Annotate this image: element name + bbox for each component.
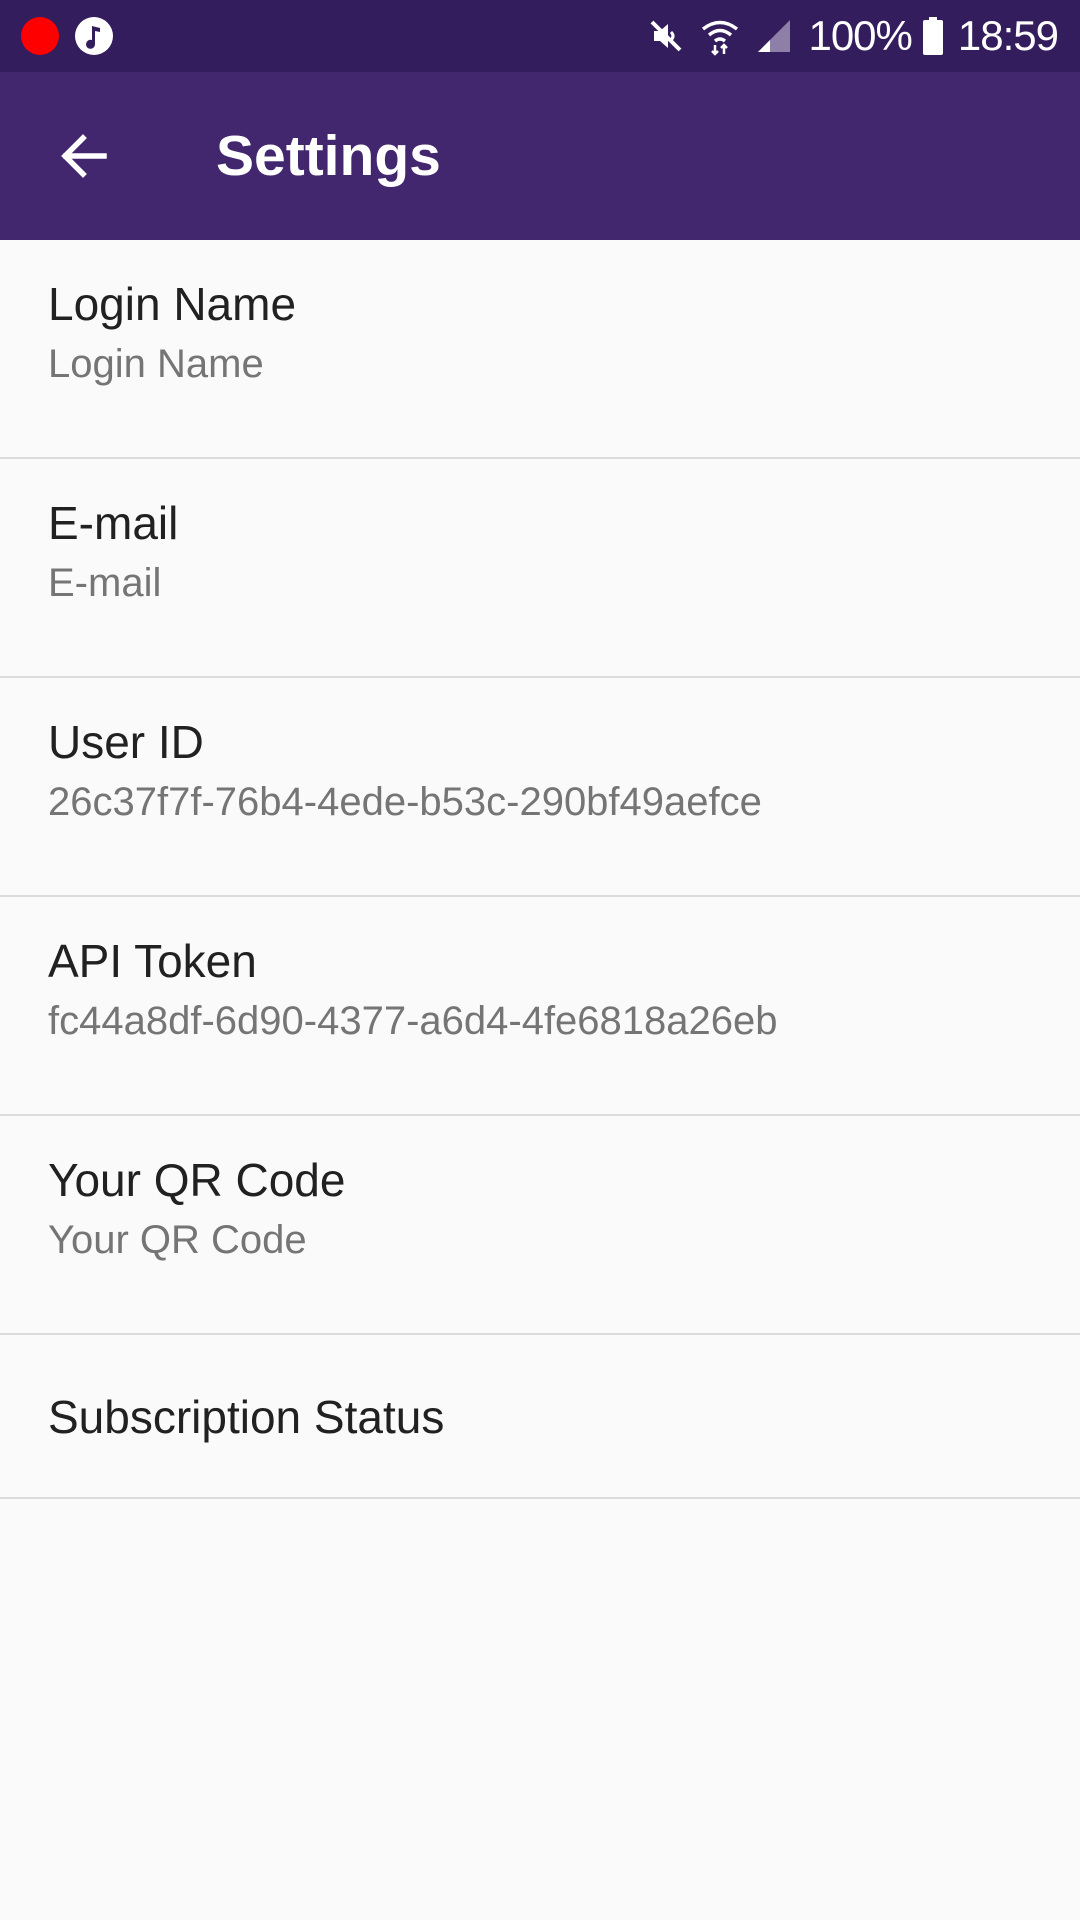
recording-dot-icon xyxy=(21,17,59,55)
setting-summary: fc44a8df-6d90-4377-a6d4-4fe6818a26eb xyxy=(48,999,778,1043)
status-icons: 100% 18:59 xyxy=(646,0,1059,72)
mute-icon xyxy=(651,20,682,52)
status-bar: 100% 18:59 xyxy=(0,0,1080,72)
setting-summary: Your QR Code xyxy=(48,1218,307,1262)
setting-api-token[interactable]: API Token fc44a8df-6d90-4377-a6d4-4fe681… xyxy=(0,897,1080,1116)
settings-list: Login Name Login Name E-mail E-mail User… xyxy=(0,240,1080,1499)
setting-qr-code[interactable]: Your QR Code Your QR Code xyxy=(0,1116,1080,1335)
signal-icon xyxy=(758,20,791,52)
setting-summary: E-mail xyxy=(48,561,162,605)
setting-title: Login Name xyxy=(48,278,297,330)
setting-title: User ID xyxy=(48,716,204,768)
app-bar: Settings xyxy=(0,72,1080,240)
setting-user-id[interactable]: User ID 26c37f7f-76b4-4ede-b53c-290bf49a… xyxy=(0,678,1080,897)
back-button[interactable] xyxy=(40,116,128,196)
page-title: Settings xyxy=(216,124,441,188)
arrow-left-icon xyxy=(61,134,107,178)
setting-title: E-mail xyxy=(48,497,179,549)
wifi-icon xyxy=(702,20,739,56)
music-note-icon xyxy=(75,17,113,55)
setting-login-name[interactable]: Login Name Login Name xyxy=(0,240,1080,459)
battery-icon xyxy=(922,17,943,55)
setting-email[interactable]: E-mail E-mail xyxy=(0,459,1080,678)
battery-percent: 100% xyxy=(808,12,912,59)
setting-summary: 26c37f7f-76b4-4ede-b53c-290bf49aefce xyxy=(48,780,762,824)
setting-summary: Login Name xyxy=(48,342,264,386)
screen: 100% 18:59 Settings Login Name Login Nam… xyxy=(0,0,1080,1920)
setting-title: Your QR Code xyxy=(48,1154,346,1206)
setting-title: API Token xyxy=(48,935,257,987)
setting-title: Subscription Status xyxy=(48,1391,445,1443)
setting-subscription-status[interactable]: Subscription Status xyxy=(0,1335,1080,1499)
clock: 18:59 xyxy=(957,12,1059,59)
